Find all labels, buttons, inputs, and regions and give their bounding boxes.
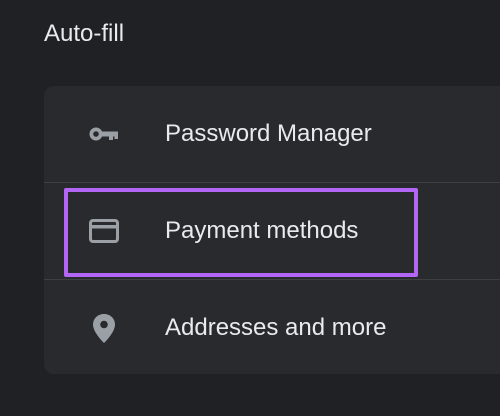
password-manager-label: Password Manager bbox=[165, 120, 372, 147]
password-manager-item[interactable]: Password Manager bbox=[44, 86, 500, 182]
payment-methods-item[interactable]: Payment methods bbox=[44, 182, 500, 279]
settings-page: Auto-fill Password Manager Payment metho… bbox=[0, 0, 500, 416]
key-icon bbox=[86, 116, 122, 152]
credit-card-icon bbox=[86, 213, 122, 249]
addresses-item[interactable]: Addresses and more bbox=[44, 279, 500, 374]
addresses-label: Addresses and more bbox=[165, 314, 387, 341]
autofill-card: Password Manager Payment methods Address… bbox=[44, 86, 500, 374]
section-title: Auto-fill bbox=[44, 20, 125, 47]
location-pin-icon bbox=[86, 310, 122, 346]
payment-methods-label: Payment methods bbox=[165, 217, 359, 244]
